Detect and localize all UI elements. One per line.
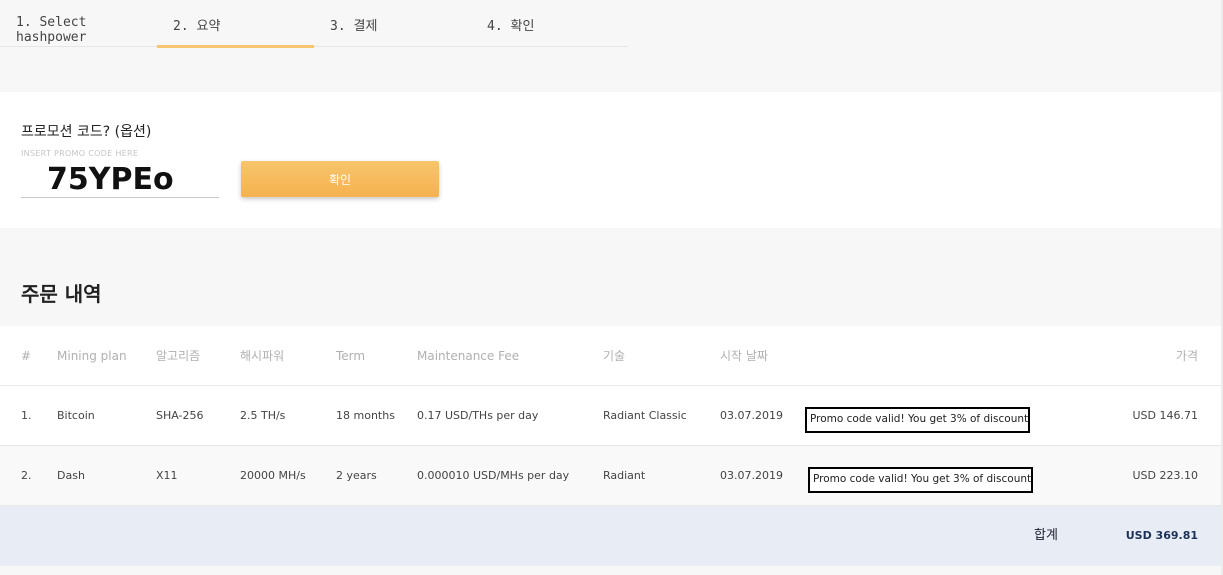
promo-valid-note: Promo code valid! You get 3% of discount <box>805 407 1030 433</box>
table-total-row: 합계 USD 369.81 <box>0 506 1221 566</box>
promo-field-label: INSERT PROMO CODE HERE <box>21 149 139 158</box>
promo-confirm-button[interactable]: 확인 <box>241 161 439 197</box>
header-term: Term <box>336 349 366 363</box>
row-technology: Radiant Classic <box>603 409 687 422</box>
total-label: 합계 <box>1034 528 1058 543</box>
row-mining-plan: Dash <box>57 469 85 482</box>
row-technology: Radiant <box>603 469 646 482</box>
row-num: 2. <box>21 469 32 482</box>
step-payment[interactable]: 3. 결제 <box>314 0 471 47</box>
row-algorithm: SHA-256 <box>156 409 204 422</box>
row-maintenance-fee: 0.17 USD/THs per day <box>417 409 539 422</box>
step-summary[interactable]: 2. 요약 <box>157 0 314 48</box>
total-value: USD 369.81 <box>1125 529 1198 542</box>
header-maintenance-fee: Maintenance Fee <box>417 349 520 363</box>
row-price: USD 146.71 <box>1132 409 1199 422</box>
order-table: # Mining plan 알고리즘 해시파워 Term Maintenance… <box>0 326 1221 566</box>
header-technology: 기술 <box>603 349 626 363</box>
row-maintenance-fee: 0.000010 USD/MHs per day <box>417 469 570 482</box>
promo-code-input[interactable] <box>21 161 219 198</box>
row-mining-plan: Bitcoin <box>57 409 95 422</box>
table-header-row: # Mining plan 알고리즘 해시파워 Term Maintenance… <box>0 326 1221 386</box>
checkout-page: 1. Select hashpower 2. 요약 3. 결제 4. 확인 프로… <box>0 0 1223 575</box>
header-num: # <box>21 349 32 363</box>
header-price: 가격 <box>1175 349 1198 363</box>
table-row: 1. Bitcoin SHA-256 2.5 TH/s 18 months 0.… <box>0 386 1221 446</box>
header-hashpower: 해시파워 <box>240 349 285 363</box>
row-algorithm: X11 <box>156 469 178 482</box>
row-hashpower: 2.5 TH/s <box>240 409 286 422</box>
promo-valid-note: Promo code valid! You get 3% of discount <box>808 467 1033 493</box>
row-term: 2 years <box>336 469 377 482</box>
row-start-date: 03.07.2019 <box>720 409 783 422</box>
row-num: 1. <box>21 409 32 422</box>
header-algorithm: 알고리즘 <box>156 349 201 363</box>
row-price: USD 223.10 <box>1132 469 1199 482</box>
step-confirm[interactable]: 4. 확인 <box>471 0 628 47</box>
step-select-hashpower[interactable]: 1. Select hashpower <box>0 0 157 47</box>
header-start-date: 시작 날짜 <box>720 349 768 363</box>
row-term: 18 months <box>336 409 395 422</box>
promo-section: 프로모션 코드? (옵션) INSERT PROMO CODE HERE 확인 <box>0 92 1223 228</box>
checkout-steps: 1. Select hashpower 2. 요약 3. 결제 4. 확인 <box>0 0 628 48</box>
row-start-date: 03.07.2019 <box>720 469 783 482</box>
order-summary-title: 주문 내역 <box>21 282 102 306</box>
header-mining-plan: Mining plan <box>57 349 127 363</box>
promo-title: 프로모션 코드? (옵션) <box>21 124 152 140</box>
row-hashpower: 20000 MH/s <box>240 469 306 482</box>
table-row: 2. Dash X11 20000 MH/s 2 years 0.000010 … <box>0 446 1221 506</box>
